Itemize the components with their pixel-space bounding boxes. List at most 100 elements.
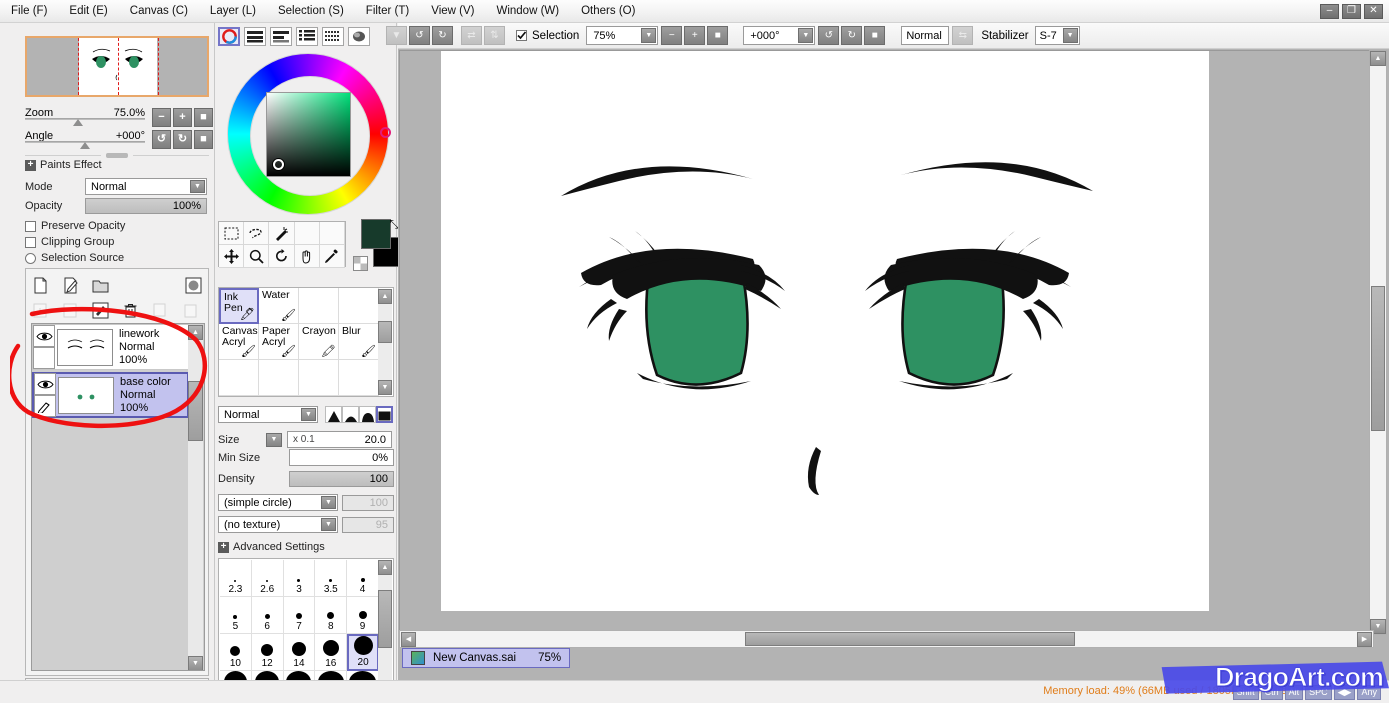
gripper-handle[interactable]: [106, 153, 128, 158]
brush-preset-empty-1[interactable]: [299, 288, 339, 324]
chevron-down-icon[interactable]: ▼: [321, 518, 336, 531]
color-wheel-icon[interactable]: [218, 27, 240, 46]
brush-size-field[interactable]: x 0.1 20.0: [287, 431, 392, 448]
brush-preset-empty-6[interactable]: [339, 360, 379, 396]
menu-item-others[interactable]: Others (O): [570, 2, 646, 20]
brush-shape-select[interactable]: (simple circle) ▼: [218, 494, 338, 511]
brush-blend-mode-select[interactable]: Normal ▼: [218, 406, 318, 423]
horizontal-scroll-thumb[interactable]: [745, 632, 1075, 646]
delete-layer-icon[interactable]: [122, 302, 139, 319]
flip-horizontal-button[interactable]: ⇄: [461, 26, 482, 45]
scroll-up-icon[interactable]: ▲: [378, 560, 392, 575]
menu-item-selection[interactable]: Selection (S): [267, 2, 355, 20]
layer-scroll-thumb[interactable]: [188, 381, 203, 441]
brush-preset-crayon[interactable]: Crayon 🖍: [299, 324, 339, 360]
chevron-down-icon[interactable]: ▼: [190, 180, 205, 193]
size-scroll-thumb[interactable]: [378, 590, 392, 648]
foreground-color-swatch[interactable]: [361, 219, 391, 249]
sv-cursor-marker[interactable]: [273, 159, 284, 170]
scroll-down-icon[interactable]: ▼: [188, 656, 203, 670]
layer-visibility-icon[interactable]: [33, 325, 55, 347]
maximize-icon[interactable]: ❐: [1342, 3, 1361, 19]
brush-preset-empty-4[interactable]: [259, 360, 299, 396]
navigator-preview[interactable]: [25, 36, 209, 97]
brush-preset-scrollbar[interactable]: ▲ ▼: [378, 289, 392, 395]
hsv-sliders-icon[interactable]: [270, 27, 292, 46]
canvas-rotate-cw-button[interactable]: ↻: [841, 26, 863, 45]
new-linework-layer-icon[interactable]: [62, 277, 79, 294]
clipping-group-checkbox[interactable]: Clipping Group: [25, 236, 114, 248]
gradient-icon[interactable]: [348, 27, 370, 46]
size-cell-12[interactable]: 12: [251, 634, 284, 671]
layer-selected-marker-icon[interactable]: [34, 395, 56, 417]
angle-reset-button[interactable]: ■: [194, 130, 213, 149]
rotate-cw-button[interactable]: ↻: [173, 130, 192, 149]
zoom-slider-row[interactable]: Zoom 75.0%: [25, 107, 145, 126]
scroll-up-icon[interactable]: ▲: [188, 325, 203, 340]
swap-view-button[interactable]: ⇆: [952, 26, 974, 45]
rgb-sliders-icon[interactable]: [244, 27, 266, 46]
tool-empty-2[interactable]: [319, 222, 345, 245]
size-cell-8[interactable]: 8: [315, 597, 348, 634]
size-cell-10[interactable]: 10: [220, 634, 252, 671]
size-cell-2.6[interactable]: 2.6: [251, 560, 284, 597]
menu-item-file[interactable]: File (F): [0, 2, 58, 20]
canvas-rotate-ccw-button[interactable]: ↺: [818, 26, 840, 45]
tool-empty-1[interactable]: [294, 222, 320, 245]
magic-wand-tool[interactable]: [269, 222, 295, 245]
size-cell-4[interactable]: 4: [347, 560, 379, 597]
paste-layer-icon[interactable]: [182, 302, 199, 319]
zoom-in-button[interactable]: +: [173, 108, 192, 127]
hue-cursor-marker[interactable]: [380, 127, 391, 138]
canvas-paper[interactable]: [441, 51, 1209, 611]
merge-down-icon[interactable]: [32, 302, 49, 319]
chevron-down-icon[interactable]: ▼: [301, 408, 316, 421]
preserve-opacity-checkbox[interactable]: Preserve Opacity: [25, 220, 125, 232]
canvas-vertical-scrollbar[interactable]: ▲ ▼: [1369, 50, 1387, 635]
menu-item-edit[interactable]: Edit (E): [58, 2, 118, 20]
edge-shape-hard-icon[interactable]: [376, 406, 393, 423]
clip-merge-icon[interactable]: [62, 302, 79, 319]
brush-preset-water[interactable]: Water 🖌: [259, 288, 299, 324]
size-cell-3.5[interactable]: 3.5: [315, 560, 348, 597]
canvas-zoom-in-button[interactable]: +: [684, 26, 706, 45]
brush-min-size-field[interactable]: 0%: [289, 449, 394, 466]
size-cell-6[interactable]: 6: [251, 597, 284, 634]
size-cell-14[interactable]: 14: [283, 634, 316, 671]
menu-item-view[interactable]: View (V): [420, 2, 485, 20]
layer-visibility-icon[interactable]: [34, 373, 56, 395]
checkbox-icon[interactable]: [25, 236, 36, 248]
layer-transfer-icon[interactable]: [92, 302, 109, 319]
hand-tool[interactable]: [294, 245, 320, 268]
zoom-slider[interactable]: Zoom 75.0%: [25, 107, 145, 126]
angle-slider-row[interactable]: Angle +000°: [25, 130, 145, 149]
selection-checkbox[interactable]: Selection: [516, 30, 579, 42]
size-cell-20[interactable]: 20: [347, 634, 379, 671]
rect-marquee-tool[interactable]: [219, 222, 245, 245]
canvas-angle-reset-button[interactable]: ■: [864, 26, 886, 45]
chevron-down-icon[interactable]: ▼: [1062, 28, 1078, 43]
brush-texture-strength[interactable]: 95: [342, 516, 394, 533]
swatch-grid-icon[interactable]: [322, 27, 344, 46]
size-cell-16[interactable]: 16: [315, 634, 348, 671]
brush-preset-blur[interactable]: Blur 🖌: [339, 324, 379, 360]
copy-layer-icon[interactable]: [152, 302, 169, 319]
layer-list-scrollbar[interactable]: ▲ ▼: [188, 325, 203, 670]
canvas-horizontal-scrollbar[interactable]: ◀ ▶: [399, 630, 1374, 648]
rotate-ccw-button[interactable]: ↺: [152, 130, 171, 149]
brush-preset-ink-pen[interactable]: Ink Pen 🖊: [219, 288, 259, 324]
size-cell-2.3[interactable]: 2.3: [220, 560, 252, 597]
paints-effect-toggle[interactable]: + Paints Effect: [25, 159, 102, 171]
scroll-right-icon[interactable]: ▶: [1357, 631, 1372, 647]
brush-size-unit-toggle-icon[interactable]: ▼: [266, 432, 282, 447]
scroll-up-icon[interactable]: ▲: [378, 289, 392, 304]
edge-shape-sharp-icon[interactable]: [325, 406, 342, 423]
canvas-blend-mode-field[interactable]: Normal: [901, 26, 950, 45]
artwork-nose[interactable]: [441, 51, 1209, 611]
edge-shape-soft-icon[interactable]: [342, 406, 359, 423]
new-layer-icon[interactable]: [32, 277, 49, 294]
canvas-angle-field[interactable]: +000° ▼: [743, 26, 816, 45]
lasso-tool[interactable]: [244, 222, 270, 245]
angle-slider[interactable]: Angle +000°: [25, 130, 145, 149]
redo-button[interactable]: ↻: [432, 26, 453, 45]
